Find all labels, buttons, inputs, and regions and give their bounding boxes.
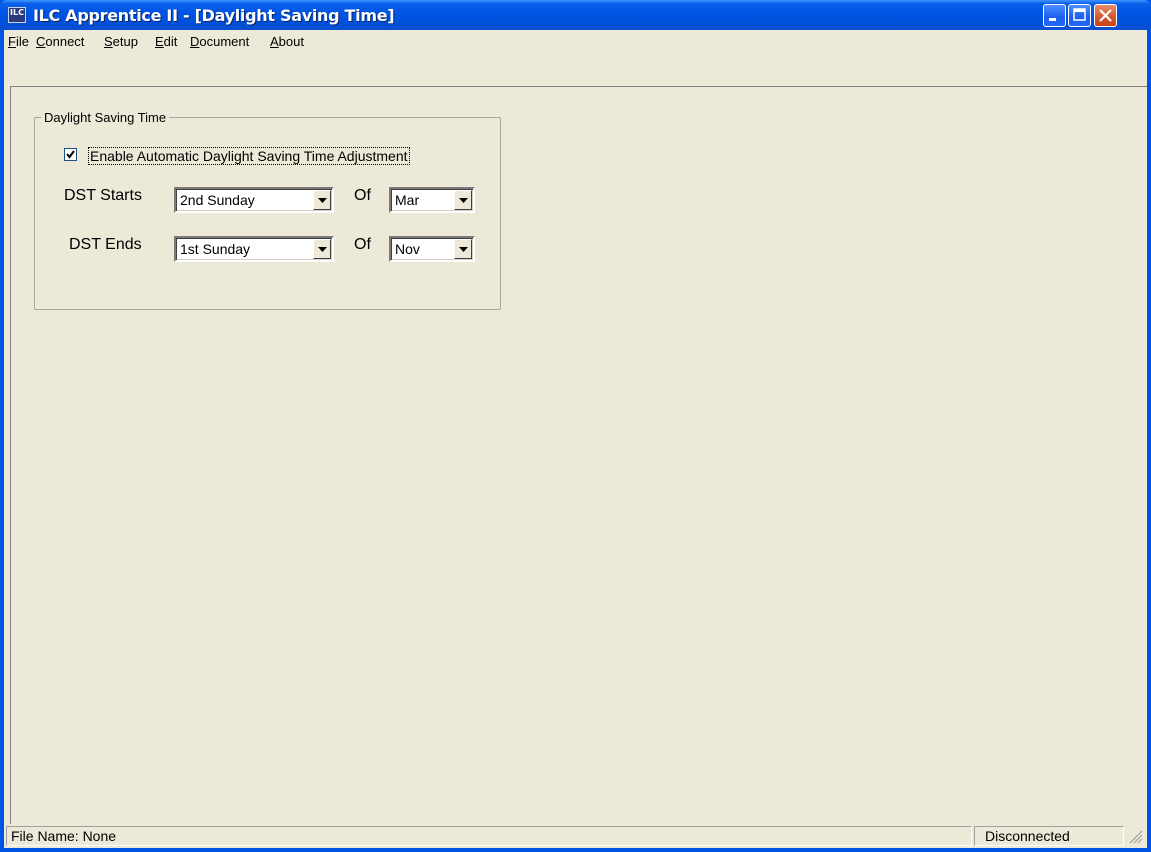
client-area: File Connect Setup Edit Document About D… [4,30,1147,848]
chevron-down-icon [459,247,468,252]
dst-starts-month-select[interactable]: Mar [389,187,475,213]
menu-setup-label: etup [112,34,138,49]
close-button[interactable] [1094,4,1117,27]
chevron-down-icon [318,247,327,252]
dst-ends-of-label: Of [354,236,371,253]
window-title: ILC Apprentice II - [Daylight Saving Tim… [33,6,395,25]
status-connection: Disconnected [974,826,1124,846]
status-connection-text: Disconnected [985,828,1070,844]
dst-ends-week-value: 1st Sunday [180,241,251,257]
enable-dst-label[interactable]: Enable Automatic Daylight Saving Time Ad… [88,147,410,165]
menu-file-accel: F [8,34,16,49]
status-bar: File Name: None Disconnected [4,824,1147,848]
dst-starts-week-value: 2nd Sunday [180,192,255,208]
menu-file-label: ile [15,34,29,49]
menu-about-label: bout [278,34,304,49]
menu-edit[interactable]: Edit [155,34,177,49]
menu-document[interactable]: Document [190,34,249,49]
enable-dst-checkbox[interactable] [64,148,77,161]
maximize-button[interactable] [1068,4,1091,27]
dropdown-arrow-button[interactable] [313,190,331,210]
main-window: ILC ILC Apprentice II - [Daylight Saving… [0,0,1151,852]
menu-edit-accel: E [155,34,164,49]
menu-document-accel: D [190,34,200,49]
dst-starts-week-select[interactable]: 2nd Sunday [174,187,334,213]
chevron-down-icon [318,198,327,203]
menu-document-label: ocument [199,34,250,49]
menu-setup-accel: S [104,34,113,49]
status-file-name: File Name: None [6,826,972,846]
dropdown-arrow-button[interactable] [454,239,472,259]
minimize-button[interactable] [1043,4,1066,27]
checkmark-icon [66,150,75,159]
dst-groupbox [34,117,501,310]
menu-connect-label: onnect [45,34,85,49]
dst-ends-label: DST Ends [69,236,142,253]
dst-starts-month-value: Mar [395,192,420,208]
menu-about[interactable]: About [270,34,304,49]
dst-ends-week-select[interactable]: 1st Sunday [174,236,334,262]
minimize-icon [1049,18,1056,21]
chevron-down-icon [459,198,468,203]
menu-bar: File Connect Setup Edit Document About [4,30,1147,52]
menu-about-accel: A [270,34,279,49]
menu-setup[interactable]: Setup [104,34,138,49]
dst-ends-month-value: Nov [395,241,420,257]
title-bar[interactable]: ILC ILC Apprentice II - [Daylight Saving… [0,0,1151,30]
dropdown-arrow-button[interactable] [313,239,331,259]
status-file-name-text: File Name: None [11,828,117,844]
menu-file[interactable]: File [8,34,29,49]
resize-grip-icon[interactable] [1127,828,1143,844]
app-icon: ILC [8,7,26,23]
dropdown-arrow-button[interactable] [454,190,472,210]
dst-starts-label: DST Starts [64,187,142,204]
dst-starts-of-label: Of [354,187,371,204]
maximize-icon [1073,8,1086,21]
close-icon [1099,9,1112,22]
menu-connect[interactable]: Connect [36,34,84,49]
menu-edit-label: dit [163,34,178,49]
dst-group-title: Daylight Saving Time [41,110,170,125]
dst-ends-month-select[interactable]: Nov [389,236,475,262]
menu-connect-accel: C [36,34,46,49]
